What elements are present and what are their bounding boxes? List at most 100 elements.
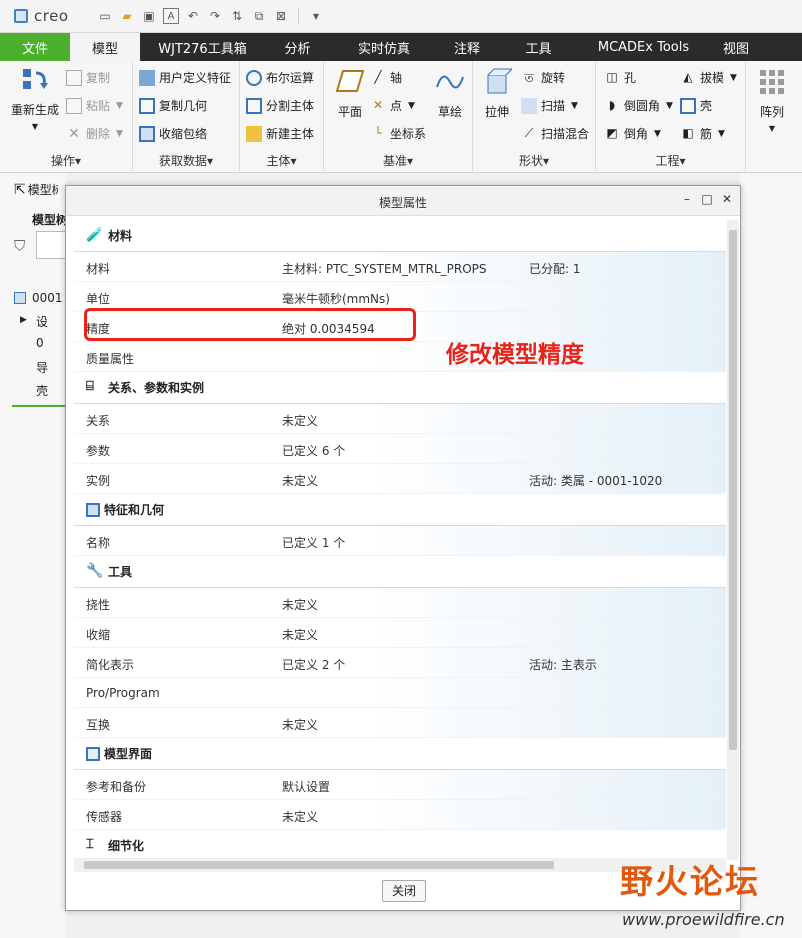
shrinkwrap-button[interactable]: 收缩包络	[139, 125, 207, 142]
extrude-button[interactable]: 拉伸	[477, 67, 517, 120]
close-icon[interactable]: ✕	[720, 192, 734, 206]
tab-model[interactable]: 模型	[70, 33, 140, 61]
rib-button[interactable]: ◧ 筋 ▼	[680, 125, 725, 142]
creo-logo: creo	[14, 7, 94, 25]
group-label-shape[interactable]: 形状▾	[473, 152, 595, 169]
pattern-button[interactable]: 阵列 ▼	[752, 67, 792, 133]
menu-bar: 文件 模型 WJT276工具箱 分析 实时仿真 注释 工具 MCADEx Too…	[0, 33, 802, 61]
tree-root-item[interactable]: 0001	[14, 291, 63, 305]
copy-geom-button[interactable]: 复制几何	[139, 97, 207, 114]
section-material: 🧪 材料	[74, 220, 726, 252]
sketch-button[interactable]: 草绘	[430, 67, 470, 120]
csys-button[interactable]: └ 坐标系	[370, 125, 426, 142]
tree-divider	[12, 405, 66, 407]
hole-icon: ◫	[606, 69, 618, 84]
regenerate-button[interactable]: 重新生成 ▼	[6, 65, 64, 131]
draft-button[interactable]: ◭ 拔模 ▼	[680, 69, 737, 86]
material-icon: 🧪	[86, 226, 104, 243]
model-tree-tab[interactable]: ⇱ 模型树	[14, 181, 58, 198]
scroll-thumb[interactable]	[84, 861, 554, 869]
features-icon	[86, 502, 100, 517]
delete-button[interactable]: ✕ 删除 ▼	[66, 125, 123, 142]
tab-file[interactable]: 文件	[0, 33, 70, 61]
separator	[298, 7, 299, 25]
tab-tools[interactable]: 工具	[496, 33, 581, 61]
undo-icon[interactable]: ↶	[185, 8, 201, 24]
round-button[interactable]: ◗ 倒圆角 ▼	[604, 97, 673, 114]
tree-item[interactable]: 设	[36, 313, 48, 330]
group-label-datum[interactable]: 基准▾	[324, 152, 472, 169]
tree-item[interactable]: 导	[36, 359, 48, 376]
shell-button[interactable]: 壳	[680, 97, 712, 114]
property-row-instances[interactable]: 实例 未定义 活动: 类属 - 0001-1020	[74, 464, 726, 494]
regenerate-icon[interactable]: ⇅	[229, 8, 245, 24]
property-row-interchange[interactable]: 互换 未定义	[74, 708, 726, 738]
text-icon[interactable]: A	[163, 8, 179, 24]
property-row-material[interactable]: 材料 主材料: PTC_SYSTEM_MTRL_PROPS 已分配: 1	[74, 252, 726, 282]
property-row-relations[interactable]: 关系 未定义	[74, 404, 726, 434]
group-label-engineering[interactable]: 工程▾	[596, 152, 745, 169]
extrude-icon	[487, 68, 512, 94]
annotation-text: 修改模型精度	[446, 342, 584, 368]
property-row-flexibility[interactable]: 挠性 未定义	[74, 588, 726, 618]
minimize-icon[interactable]: –	[680, 192, 694, 206]
group-label-getdata[interactable]: 获取数据▾	[133, 152, 239, 169]
tab-view[interactable]: 视图	[706, 33, 766, 61]
hole-button[interactable]: ◫ 孔	[604, 69, 636, 86]
tree-item[interactable]: 0	[36, 336, 44, 350]
property-row-shrinkage[interactable]: 收缩 未定义	[74, 618, 726, 648]
property-row-simp-rep[interactable]: 简化表示 已定义 2 个活动: 主表示	[74, 648, 726, 678]
property-row-mass-props[interactable]: 质量属性	[74, 342, 726, 372]
model-tree-heading: 模型树	[32, 213, 66, 227]
scroll-thumb[interactable]	[729, 230, 737, 750]
point-button[interactable]: ✕ 点 ▼	[370, 97, 415, 114]
plane-button[interactable]: 平面	[330, 67, 370, 120]
tab-annotate[interactable]: 注释	[438, 33, 496, 61]
maximize-icon[interactable]: □	[700, 192, 714, 206]
group-label-body[interactable]: 主体▾	[240, 152, 323, 169]
windows-icon[interactable]: ⧉	[251, 8, 267, 24]
revolve-button[interactable]: ত 旋转	[521, 69, 565, 86]
close-window-icon[interactable]: ⊠	[273, 8, 289, 24]
property-row-sensors[interactable]: 传感器 未定义	[74, 800, 726, 830]
cube-icon	[14, 9, 28, 23]
vertical-scrollbar[interactable]	[727, 220, 739, 860]
split-body-button[interactable]: 分割主体	[246, 97, 314, 114]
property-row-pro-program[interactable]: Pro/Program	[74, 678, 726, 708]
dialog-title-bar: 模型属性 – □ ✕	[66, 186, 740, 216]
axis-button[interactable]: ╱ 轴	[370, 69, 402, 86]
copy-button[interactable]: 复制	[66, 69, 110, 86]
watermark: 野火论坛 www.proewildfire.cn	[620, 855, 800, 935]
filter-input[interactable]	[36, 231, 66, 259]
expand-arrow-icon[interactable]: ▶	[20, 315, 27, 325]
customize-dropdown-icon[interactable]: ▾	[308, 8, 324, 24]
shell-icon	[680, 97, 696, 114]
filter-icon[interactable]: ⛉	[14, 237, 25, 255]
new-file-icon[interactable]: ▭	[97, 8, 113, 24]
sweep-button[interactable]: 扫描 ▼	[521, 97, 578, 114]
group-label-operations[interactable]: 操作▾	[0, 152, 132, 169]
section-tools: 🔧 工具	[74, 556, 726, 588]
property-row-names[interactable]: 名称 已定义 1 个	[74, 526, 726, 556]
redo-icon[interactable]: ↷	[207, 8, 223, 24]
new-body-button[interactable]: 新建主体	[246, 125, 314, 142]
boolean-button[interactable]: 布尔运算	[246, 69, 314, 86]
swept-blend-button[interactable]: ⟋ 扫描混合	[521, 125, 589, 142]
tab-analysis[interactable]: 分析	[265, 33, 330, 61]
save-icon[interactable]: ▣	[141, 8, 157, 24]
section-relations: ⌸ 关系、参数和实例	[74, 372, 726, 404]
tree-item[interactable]: 壳	[36, 382, 48, 399]
udf-button[interactable]: 用户定义特征	[139, 69, 231, 86]
tab-realtime-sim[interactable]: 实时仿真	[330, 33, 438, 61]
property-row-references[interactable]: 参考和备份 默认设置	[74, 770, 726, 800]
paste-button[interactable]: 粘贴 ▼	[66, 97, 123, 114]
logo-text: creo	[34, 7, 69, 25]
open-folder-icon[interactable]: ▰	[119, 8, 135, 24]
chamfer-button[interactable]: ◩ 倒角 ▼	[604, 125, 661, 142]
close-button[interactable]: 关闭	[382, 880, 426, 902]
tab-wjt-toolbox[interactable]: WJT276工具箱	[140, 33, 265, 61]
title-bar: creo ▭ ▰ ▣ A ↶ ↷ ⇅ ⧉ ⊠ ▾	[0, 0, 802, 33]
property-row-parameters[interactable]: 参数 已定义 6 个	[74, 434, 726, 464]
tab-mcadex-tools[interactable]: MCADEx Tools	[581, 33, 706, 61]
accuracy-highlight-box	[84, 308, 416, 341]
